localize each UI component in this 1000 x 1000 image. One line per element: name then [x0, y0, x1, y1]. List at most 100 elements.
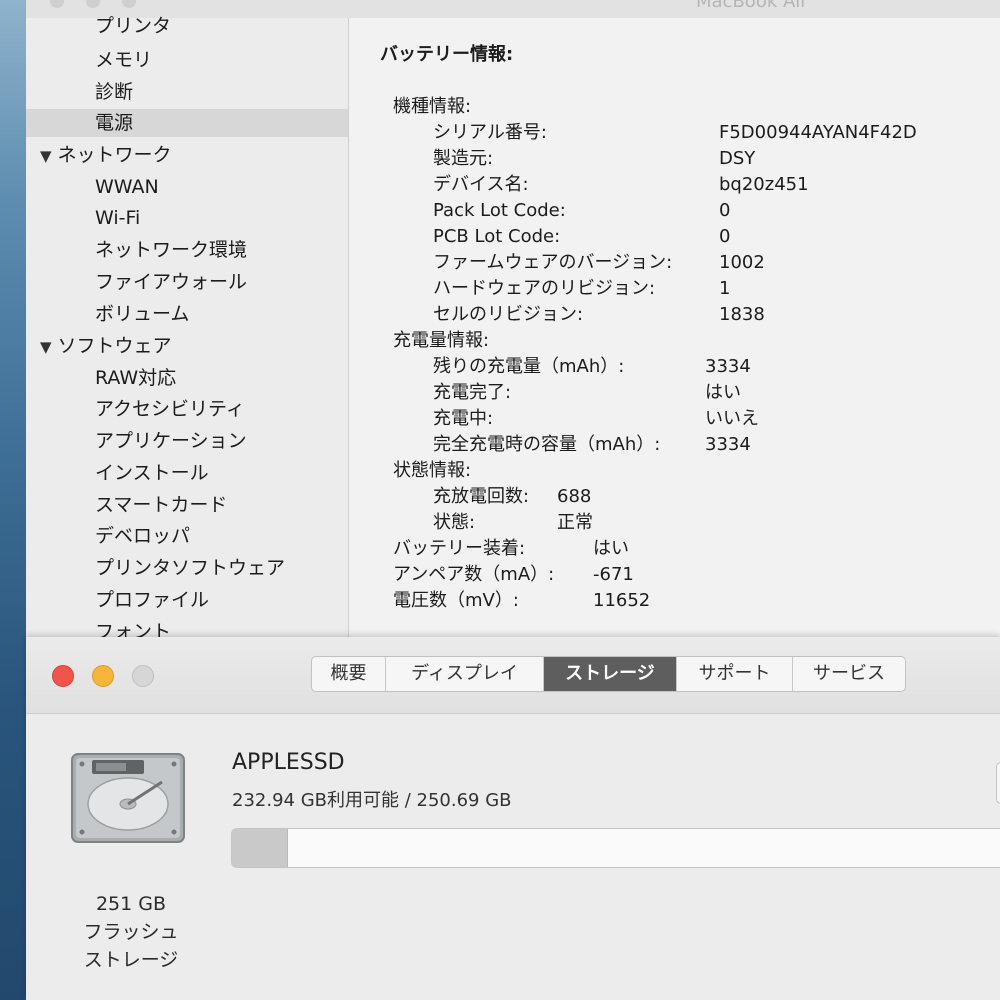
sidebar-item-label: デベロッパ [95, 525, 191, 547]
tab-support[interactable]: サポート [677, 657, 793, 691]
zoom-button-ghost[interactable] [122, 0, 136, 8]
disk-available-text: 232.94 GB利用可能 / 250.69 GB [232, 790, 512, 811]
battery-info-title: バッテリー情報: [380, 44, 514, 65]
row-value: 3334 [705, 356, 751, 377]
row-label: 電圧数（mV）: [393, 590, 519, 611]
sidebar-item-printer-software[interactable]: プリンタソフトウェア [26, 554, 348, 582]
disclosure-triangle-icon[interactable]: ▼ [40, 142, 52, 170]
row-value: F5D00944AYAN4F42D [719, 122, 917, 143]
row-label: 残りの充電量（mAh）: [433, 356, 625, 377]
sidebar-item-installations[interactable]: インストール [26, 459, 348, 487]
minimize-button-ghost[interactable] [86, 0, 100, 8]
sidebar-item-label: メモリ [95, 49, 153, 71]
sidebar-item-label: アプリケーション [95, 430, 247, 452]
sidebar-group-software[interactable]: ▼ ソフトウェア [26, 332, 348, 360]
section-header-label: 充電量情報: [393, 330, 490, 351]
tab-overview[interactable]: 概要 [312, 657, 386, 691]
info-row-battery-installed: バッテリー装着: はい [393, 536, 793, 562]
sidebar-item-label: 電源 [95, 112, 134, 134]
sidebar-item-label: プリンタソフトウェア [95, 557, 286, 579]
sidebar-item-applications[interactable]: アプリケーション [26, 427, 348, 455]
row-value: 3334 [705, 434, 751, 455]
row-label: セルのリビジョン: [433, 304, 584, 325]
sidebar-item-label: Wi-Fi [95, 207, 141, 229]
disk-capacity-type: フラッシュ [83, 921, 179, 943]
window-title: MacBook Air [696, 0, 808, 12]
row-label: Pack Lot Code: [433, 200, 566, 221]
info-row-manufacturer: 製造元: DSY [433, 146, 993, 172]
sidebar-item-label: プロファイル [95, 589, 210, 611]
storage-panel: 251 GB フラッシュ ストレージ APPLESSD 232.94 GB利用可… [26, 714, 1000, 1000]
disk-capacity-type-suffix: ストレージ [83, 949, 179, 971]
storage-usage-bar [231, 828, 1000, 868]
sidebar-item-label: スマートカード [95, 494, 228, 516]
system-information-window: MacBook Air プリンタ メモリ 診断 電源 ▼ ネットワーク WWAN … [26, 0, 1000, 640]
desktop-background [0, 0, 26, 1000]
close-button[interactable] [52, 665, 74, 687]
info-row-device-name: デバイス名: bq20z451 [433, 172, 993, 198]
hard-disk-icon [71, 753, 185, 843]
sidebar-item-raw-support[interactable]: RAW対応 [26, 364, 348, 392]
info-row-amperage: アンペア数（mA）: -671 [393, 562, 793, 588]
sidebar-item-power[interactable]: 電源 [26, 109, 348, 137]
row-label: 充電完了: [433, 382, 512, 403]
info-row-pcb-lot-code: PCB Lot Code: 0 [433, 224, 993, 250]
window-toolbar: 概要 ディスプレイ ストレージ サポート サービス [26, 637, 1000, 714]
manage-button[interactable] [996, 762, 1000, 804]
row-value: 11652 [593, 590, 651, 611]
sidebar-item-wwan[interactable]: WWAN [26, 173, 348, 201]
zoom-button[interactable] [132, 665, 154, 687]
info-row-hardware-revision: ハードウェアのリビジョン: 1 [433, 276, 993, 302]
row-value: はい [593, 538, 629, 559]
row-value: いいえ [705, 408, 759, 429]
sidebar: プリンタ メモリ 診断 電源 ▼ ネットワーク WWAN Wi-Fi ネットワーク… [26, 15, 349, 640]
sidebar-item-profiles[interactable]: プロファイル [26, 586, 348, 614]
sidebar-item-accessibility[interactable]: アクセシビリティ [26, 395, 348, 423]
minimize-button[interactable] [92, 665, 114, 687]
sidebar-item-memory[interactable]: メモリ [26, 46, 348, 74]
battery-detail-pane: バッテリー情報: 機種情報: シリアル番号: F5D00944AYAN4F42D … [349, 18, 1000, 640]
sidebar-item-network-locations[interactable]: ネットワーク環境 [26, 236, 348, 264]
sidebar-item-smart-cards[interactable]: スマートカード [26, 491, 348, 519]
sidebar-group-network[interactable]: ▼ ネットワーク [26, 141, 348, 169]
row-label: シリアル番号: [433, 122, 547, 143]
sidebar-item-printer[interactable]: プリンタ [26, 12, 348, 40]
row-label: バッテリー装着: [393, 538, 526, 559]
sidebar-item-label: プリンタ [95, 15, 172, 37]
info-row-firmware-version: ファームウェアのバージョン: 1002 [433, 250, 993, 276]
row-label: ファームウェアのバージョン: [433, 252, 673, 273]
disclosure-triangle-icon[interactable]: ▼ [40, 333, 52, 361]
sidebar-item-label: インストール [95, 462, 209, 484]
sidebar-item-label: RAW対応 [95, 367, 177, 389]
sidebar-item-label: WWAN [95, 176, 159, 198]
sidebar-item-developer[interactable]: デベロッパ [26, 522, 348, 550]
row-label: 完全充電時の容量（mAh）: [433, 434, 661, 455]
info-row-charging: 充電中: いいえ [433, 406, 993, 432]
sidebar-item-label: ネットワーク環境 [95, 239, 248, 261]
tab-storage[interactable]: ストレージ [544, 657, 677, 691]
sidebar-item-diagnostics[interactable]: 診断 [26, 78, 348, 106]
info-row-voltage: 電圧数（mV）: 11652 [393, 588, 793, 614]
sidebar-item-wifi[interactable]: Wi-Fi [26, 204, 348, 232]
row-value: はい [705, 382, 741, 403]
sidebar-item-volumes[interactable]: ボリューム [26, 300, 348, 328]
row-value: 1002 [719, 252, 765, 273]
info-row-charge-remaining: 残りの充電量（mAh）: 3334 [433, 354, 993, 380]
row-value: 688 [557, 486, 592, 507]
disk-capacity-size: 251 GB [95, 893, 167, 915]
row-label: 充電中: [433, 408, 494, 429]
info-row-pack-lot-code: Pack Lot Code: 0 [433, 198, 993, 224]
close-button-ghost[interactable] [50, 0, 64, 8]
info-row-fully-charged: 充電完了: はい [433, 380, 993, 406]
sidebar-item-label: ボリューム [95, 303, 190, 325]
row-label: 充放電回数: [433, 486, 530, 507]
section-header-label: 機種情報: [393, 96, 472, 117]
sidebar-group-label: ソフトウェア [57, 335, 172, 357]
sidebar-item-firewall[interactable]: ファイアウォール [26, 268, 348, 296]
tab-service[interactable]: サービス [793, 657, 905, 691]
info-row-cycle-count: 充放電回数: 688 [433, 484, 833, 510]
row-label: 製造元: [433, 148, 494, 169]
row-value: 1 [719, 278, 731, 299]
disk-capacity-label: 251 GB フラッシュ ストレージ [56, 890, 206, 974]
tab-displays[interactable]: ディスプレイ [386, 657, 544, 691]
